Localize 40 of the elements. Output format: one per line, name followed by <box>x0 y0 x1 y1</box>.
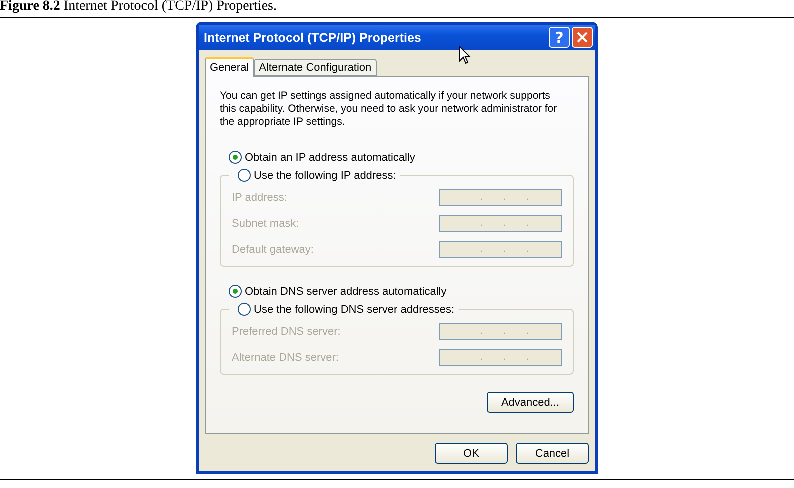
octet-separator: . <box>480 244 483 255</box>
radio-button[interactable] <box>229 151 242 164</box>
cursor-icon <box>459 46 471 65</box>
octet-separator: . <box>503 218 506 229</box>
octet-separator: . <box>526 244 529 255</box>
octet-separator: . <box>503 326 506 337</box>
octet-separator: . <box>480 218 483 229</box>
tab[interactable]: Alternate Configuration <box>254 59 377 76</box>
octet-separator: . <box>526 192 529 203</box>
field-label: Default gateway: <box>232 244 314 256</box>
close-button[interactable] <box>572 27 593 48</box>
dialog-button[interactable]: OK <box>435 443 508 464</box>
octet-separator: . <box>503 352 506 363</box>
octet-separator: . <box>480 326 483 337</box>
octet-separator: . <box>526 218 529 229</box>
radio-label[interactable]: Obtain DNS server address automatically <box>245 286 447 298</box>
radio-label[interactable]: Obtain an IP address automatically <box>245 152 416 164</box>
field-label: Subnet mask: <box>232 218 300 230</box>
radio-button[interactable] <box>229 285 242 298</box>
radio-button[interactable] <box>238 303 251 316</box>
octet-separator: . <box>526 352 529 363</box>
octet-separator: . <box>503 192 506 203</box>
help-button[interactable]: ? <box>549 27 570 48</box>
radio-label[interactable]: Use the following DNS server addresses: <box>254 304 455 316</box>
octet-separator: . <box>480 352 483 363</box>
octet-separator: . <box>503 244 506 255</box>
field-label: Alternate DNS server: <box>232 352 339 364</box>
dialog-button[interactable]: Cancel <box>516 443 589 464</box>
window-title: Internet Protocol (TCP/IP) Properties <box>204 30 422 44</box>
radio-button[interactable] <box>238 169 251 182</box>
field-label: Preferred DNS server: <box>232 326 341 338</box>
close-icon <box>577 32 588 43</box>
octet-separator: . <box>526 326 529 337</box>
advanced-button[interactable]: Advanced... <box>487 392 574 413</box>
field-label: IP address: <box>232 192 288 204</box>
octet-separator: . <box>480 192 483 203</box>
tab[interactable]: General <box>205 57 254 77</box>
radio-label[interactable]: Use the following IP address: <box>254 170 396 182</box>
description-text: You can get IP settings assigned automatically if your network supports this capability. Otherwise, you need to ask your network administrator for the appropriate IP settings. <box>220 90 558 129</box>
figure-caption: Figure 8.2 Internet Protocol (TCP/IP) Properties. <box>0 0 277 14</box>
